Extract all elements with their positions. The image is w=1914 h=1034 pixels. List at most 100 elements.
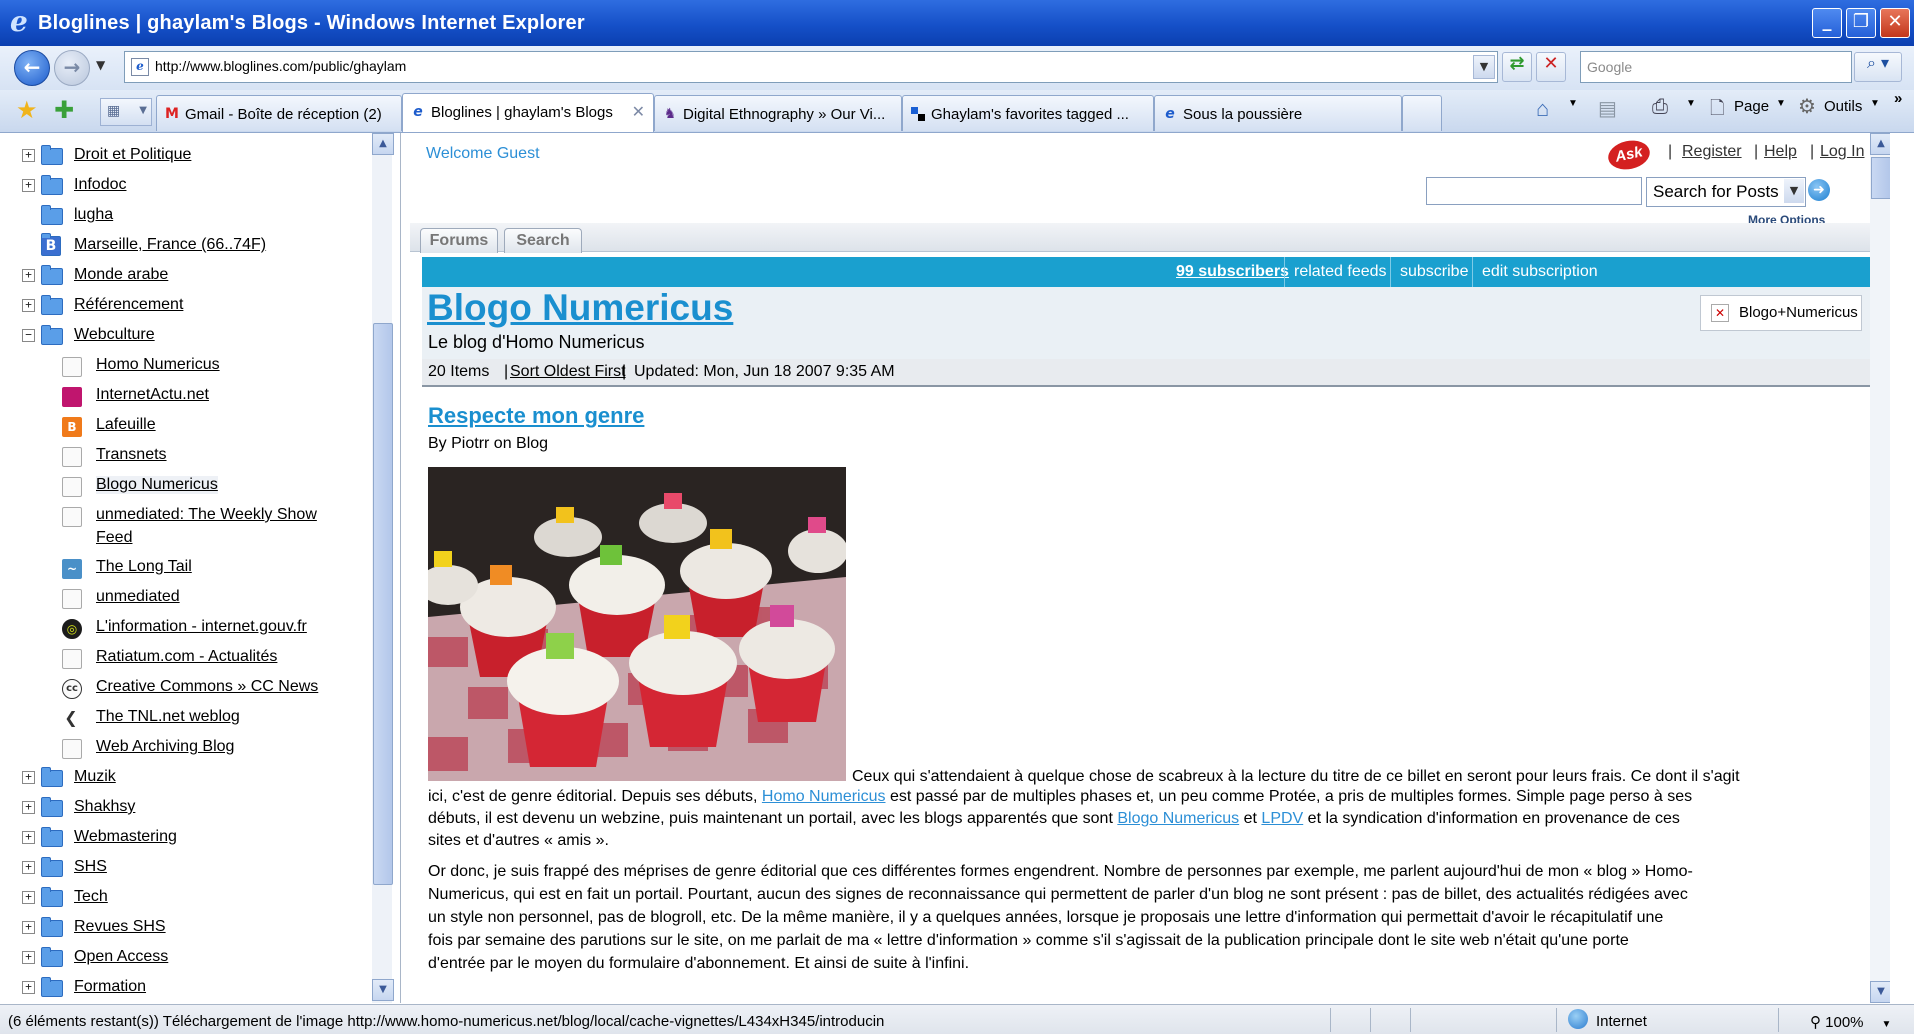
restore-button[interactable]: ❐ <box>1846 8 1876 38</box>
scroll-up-icon[interactable]: ▲ <box>372 133 394 155</box>
scroll-down-icon[interactable]: ▼ <box>372 979 394 1001</box>
content-scrollbar[interactable]: ▲ ▼ <box>1870 133 1890 1003</box>
forward-button[interactable]: → <box>54 50 90 86</box>
folder-label[interactable]: Infodoc <box>74 176 126 194</box>
add-favorite-icon[interactable]: ✚ <box>54 96 74 124</box>
home-dropdown-icon[interactable]: ▼ <box>1568 98 1578 109</box>
url-field[interactable]: e http://www.bloglines.com/public/ghayla… <box>124 51 1498 83</box>
tools-menu[interactable]: Outils <box>1824 98 1862 115</box>
zoom-level[interactable]: ⚲ 100% ▼ <box>1810 1013 1891 1031</box>
folder-label[interactable]: Tech <box>74 888 108 906</box>
expand-icon[interactable]: + <box>22 149 35 162</box>
expand-icon[interactable]: + <box>22 891 35 904</box>
feed-label[interactable]: Web Archiving Blog <box>96 738 234 756</box>
expand-icon[interactable]: + <box>22 771 35 784</box>
stop-icon[interactable]: ✕ <box>1536 52 1566 82</box>
help-link[interactable]: Help <box>1764 143 1797 161</box>
folder-label[interactable]: SHS <box>74 858 107 876</box>
expand-icon[interactable]: + <box>22 179 35 192</box>
post-search-input[interactable] <box>1426 177 1642 205</box>
refresh-icon[interactable]: ⇄ <box>1502 52 1532 82</box>
folder-label[interactable]: Muzik <box>74 768 116 786</box>
tab-bloglines[interactable]: e Bloglines | ghaylam's Blogs ✕ <box>402 93 654 132</box>
go-arrow-icon[interactable]: ➜ <box>1808 179 1830 201</box>
folder-label[interactable]: Revues SHS <box>74 918 166 936</box>
feeds-icon[interactable]: ▤ <box>1598 96 1617 121</box>
tools-dropdown-icon[interactable]: ▼ <box>1870 98 1880 109</box>
collapse-icon[interactable]: − <box>22 329 35 342</box>
search-input[interactable]: Google <box>1580 51 1852 83</box>
feed-label[interactable]: The TNL.net weblog <box>96 708 240 726</box>
folder-label[interactable]: Open Access <box>74 948 168 966</box>
feed-label[interactable]: unmediated: The Weekly Show <box>96 506 317 524</box>
homo-numericus-link[interactable]: Homo Numericus <box>762 788 886 805</box>
new-tab-button[interactable] <box>1402 95 1442 131</box>
page-dropdown-icon[interactable]: ▼ <box>1776 98 1786 109</box>
expand-icon[interactable]: + <box>22 299 35 312</box>
feed-label[interactable]: Marseille, France (66..74F) <box>74 236 266 254</box>
tab-gmail[interactable]: M Gmail - Boîte de réception (2) <box>156 95 402 131</box>
url-dropdown-icon[interactable]: ▼ <box>1473 55 1495 79</box>
folder-label[interactable]: Droit et Politique <box>74 146 191 164</box>
tab-digital-ethnography[interactable]: ♞ Digital Ethnography » Our Vi... <box>654 95 902 131</box>
folder-label[interactable]: Référencement <box>74 296 183 314</box>
feed-label[interactable]: L'information - internet.gouv.fr <box>96 618 307 636</box>
folder-label[interactable]: Formation <box>74 978 146 996</box>
feed-label[interactable]: Transnets <box>96 446 167 464</box>
minimize-button[interactable]: _ <box>1812 8 1842 38</box>
sidebar-scrollbar[interactable]: ▲ ▼ <box>372 133 394 1003</box>
print-dropdown-icon[interactable]: ▼ <box>1686 98 1696 109</box>
sort-oldest-link[interactable]: Sort Oldest First <box>510 363 626 381</box>
post-title[interactable]: Respecte mon genre <box>428 403 644 429</box>
feed-label[interactable]: Lafeuille <box>96 416 156 434</box>
feed-label-continued[interactable]: Feed <box>96 529 132 547</box>
search-type-select[interactable]: Search for Posts ▼ <box>1646 177 1806 207</box>
page-menu[interactable]: Page <box>1734 98 1769 115</box>
print-icon[interactable]: ⎙ <box>1652 96 1668 119</box>
folder-label[interactable]: lugha <box>74 206 113 224</box>
tab-forums[interactable]: Forums <box>420 228 498 253</box>
expand-icon[interactable]: + <box>22 801 35 814</box>
scroll-up-icon[interactable]: ▲ <box>1870 133 1890 155</box>
subscribers-link[interactable]: 99 subscribers <box>1176 263 1289 281</box>
expand-icon[interactable]: + <box>22 951 35 964</box>
expand-icon[interactable]: + <box>22 981 35 994</box>
expand-icon[interactable]: + <box>22 921 35 934</box>
feed-label[interactable]: InternetActu.net <box>96 386 209 404</box>
zoom-dropdown-icon[interactable]: ▼ <box>1882 1019 1892 1030</box>
edit-subscription-link[interactable]: edit subscription <box>1482 263 1598 281</box>
feed-label[interactable]: Ratiatum.com - Actualités <box>96 648 277 666</box>
subscribe-link[interactable]: subscribe <box>1400 263 1468 281</box>
close-tab-icon[interactable]: ✕ <box>632 102 645 121</box>
quick-tabs-button[interactable]: ▦ ▼ <box>100 98 152 126</box>
related-feeds-link[interactable]: related feeds <box>1294 263 1387 281</box>
scrollbar-thumb[interactable] <box>373 323 393 885</box>
register-link[interactable]: Register <box>1682 143 1742 161</box>
scroll-down-icon[interactable]: ▼ <box>1870 981 1890 1003</box>
feed-label[interactable]: unmediated <box>96 588 180 606</box>
ask-logo[interactable]: Ask <box>1605 136 1653 174</box>
history-dropdown-icon[interactable]: ▼ <box>96 58 105 72</box>
favorites-star-icon[interactable]: ★ <box>16 96 38 124</box>
expand-icon[interactable]: + <box>22 861 35 874</box>
login-link[interactable]: Log In <box>1820 143 1864 161</box>
chevron-overflow-icon[interactable]: » <box>1894 90 1902 107</box>
feed-title[interactable]: Blogo Numericus <box>427 287 733 329</box>
folder-label[interactable]: Webculture <box>74 326 155 344</box>
close-button[interactable]: ✕ <box>1880 8 1910 38</box>
tab-search[interactable]: Search <box>504 228 582 253</box>
expand-icon[interactable]: + <box>22 269 35 282</box>
tab-delicious[interactable]: Ghaylam's favorites tagged ... <box>902 95 1154 131</box>
feed-label[interactable]: Creative Commons » CC News <box>96 678 318 696</box>
folder-label[interactable]: Webmastering <box>74 828 177 846</box>
feed-label[interactable]: Homo Numericus <box>96 356 220 374</box>
feed-label[interactable]: Blogo Numericus <box>96 476 218 494</box>
feed-logo-button[interactable]: ✕ Blogo+Numericus <box>1700 295 1862 331</box>
back-button[interactable]: ← <box>14 50 50 86</box>
blogo-numericus-link[interactable]: Blogo Numericus <box>1117 810 1239 827</box>
expand-icon[interactable]: + <box>22 831 35 844</box>
folder-label[interactable]: Shakhsy <box>74 798 135 816</box>
folder-label[interactable]: Monde arabe <box>74 266 168 284</box>
search-button[interactable]: ⌕ ▾ <box>1854 52 1902 82</box>
home-icon[interactable]: ⌂ <box>1536 96 1549 122</box>
